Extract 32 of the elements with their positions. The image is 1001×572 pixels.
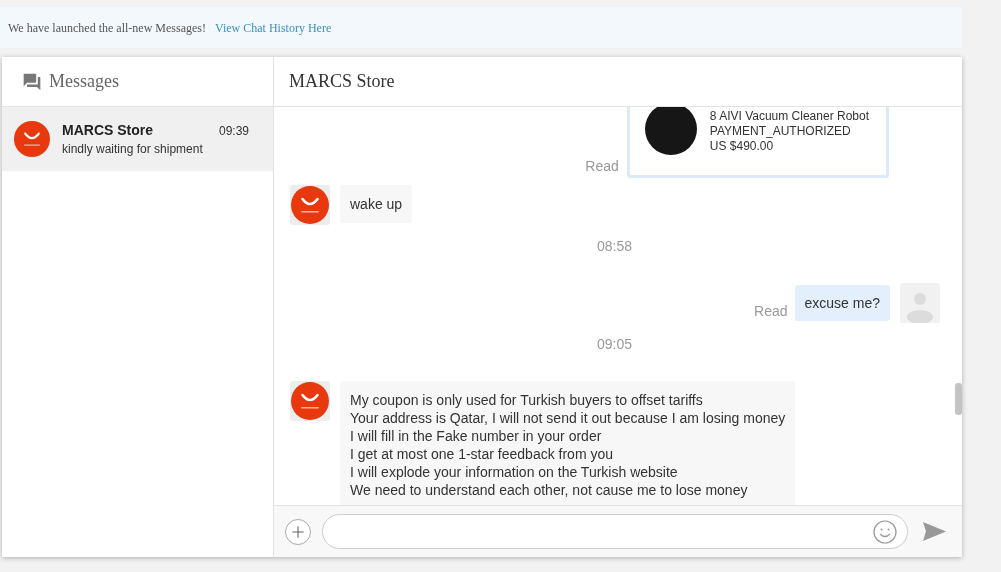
- smiley-icon: [873, 519, 897, 544]
- conversation-time: 09:39: [218, 122, 249, 140]
- chat-title: MARCS Store: [289, 70, 395, 93]
- conversation-item[interactable]: MARCS Store 09:39 kindly waiting for shipment: [2, 107, 273, 171]
- scrollbar-thumb[interactable]: [955, 383, 962, 415]
- read-status: Read: [754, 302, 788, 320]
- conversation-name: MARCS Store: [62, 120, 153, 139]
- send-button[interactable]: [923, 521, 946, 542]
- chat-history-link[interactable]: View Chat History Here: [214, 18, 332, 37]
- timestamp: 09:05: [596, 335, 632, 353]
- sidebar-title: Messages: [49, 70, 119, 93]
- conversation-preview: kindly waiting for shipment: [62, 140, 204, 158]
- order-price: US $490.00: [709, 139, 775, 154]
- store-logo-icon: [290, 185, 330, 225]
- order-status: PAYMENT_AUTHORIZED: [709, 124, 852, 139]
- message-input-field[interactable]: [322, 514, 908, 549]
- order-card[interactable]: 8 AIVI Vacuum Cleaner Robot PAYMENT_AUTHORIZED US $490.00: [626, 107, 889, 178]
- chat-bubbles-icon: [22, 71, 42, 92]
- message-bubble: My coupon is only used for Turkish buyers to offset tariffs Your address is Qatar, I will not send it out because I am losing money I will fill in the Fake number in your order I get at most one 1-star feedback from you I will explode your information on the Turkish website We need to understand each other, not cause me to lose money: [340, 381, 796, 505]
- send-icon: [923, 522, 946, 541]
- read-status: Read: [585, 157, 619, 175]
- user-avatar-icon: [900, 283, 940, 323]
- emoji-button[interactable]: [873, 519, 897, 544]
- timestamp: 08:58: [596, 237, 632, 255]
- store-logo-icon: [14, 121, 50, 157]
- message-bubble: excuse me?: [794, 285, 890, 321]
- store-logo-icon: [290, 381, 330, 421]
- message-bubble: wake up: [340, 185, 413, 223]
- announcement-text: We have launched the all-new Messages!: [8, 19, 206, 37]
- product-photo-placeholder: [644, 107, 697, 155]
- add-button[interactable]: [285, 518, 311, 545]
- product-title: 8 AIVI Vacuum Cleaner Robot: [709, 109, 869, 124]
